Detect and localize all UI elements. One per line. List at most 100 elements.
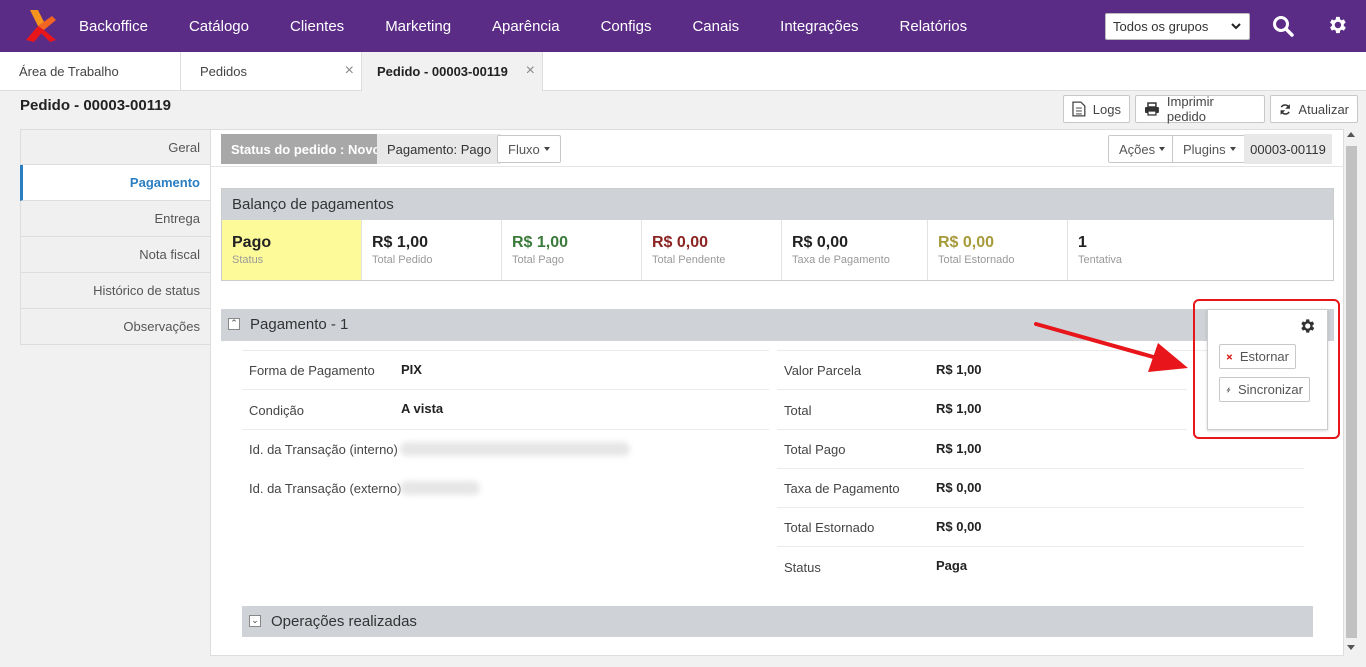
tab-pedido-00003-00119[interactable]: Pedido - 00003-00119 ×: [362, 52, 543, 91]
balance-label: Total Pago: [512, 254, 564, 266]
top-navbar: Backoffice Catálogo Clientes Marketing A…: [0, 0, 1366, 52]
row-divider: [777, 389, 1187, 390]
row-divider: [777, 546, 1304, 547]
gear-icon[interactable]: [1326, 14, 1348, 36]
balance-cell-total-pago: R$ 1,00 Total Pago: [502, 220, 642, 280]
balance-value: 1: [1078, 234, 1087, 251]
scroll-down-arrow-icon[interactable]: [1347, 645, 1355, 650]
balance-label: Total Estornado: [938, 254, 1015, 266]
balance-value: R$ 0,00: [938, 234, 995, 251]
field-label: Status: [784, 560, 821, 575]
balance-cell-total-pendente: R$ 0,00 Total Pendente: [642, 220, 782, 280]
balance-cell-total-pedido: R$ 1,00 Total Pedido: [362, 220, 502, 280]
field-value: PIX: [401, 362, 422, 377]
operations-section-header[interactable]: Operações realizadas: [242, 606, 1313, 637]
field-label: Total Pago: [784, 442, 846, 457]
nav-aparencia[interactable]: Aparência: [492, 18, 560, 35]
row-divider: [242, 389, 769, 390]
group-select[interactable]: Todos os grupos: [1105, 13, 1250, 40]
order-code-badge: 00003-00119: [1244, 134, 1332, 164]
plugins-dropdown[interactable]: Plugins: [1172, 135, 1247, 163]
chevron-down-icon: [1231, 23, 1241, 30]
tab-pedidos[interactable]: Pedidos ×: [181, 52, 362, 90]
nav-relatorios[interactable]: Relatórios: [900, 18, 968, 35]
field-label: Total Estornado: [784, 520, 875, 535]
print-order-button[interactable]: Imprimir pedido: [1135, 94, 1265, 124]
search-icon[interactable]: [1272, 15, 1294, 37]
printer-icon: [1144, 102, 1159, 116]
redacted-value: [400, 442, 630, 456]
field-label: Total: [784, 403, 812, 418]
refresh-button[interactable]: Atualizar: [1270, 95, 1358, 123]
order-section-menu: Geral Pagamento Entrega Nota fiscal Hist…: [20, 129, 211, 345]
tab-area-de-trabalho[interactable]: Área de Trabalho: [0, 52, 181, 90]
balance-label: Total Pendente: [652, 254, 726, 266]
actions-label: Ações: [1119, 141, 1156, 157]
field-label: Taxa de Pagamento: [784, 481, 900, 496]
nav-clientes[interactable]: Clientes: [290, 18, 344, 35]
flow-label: Fluxo: [508, 141, 540, 157]
close-icon[interactable]: ×: [345, 62, 354, 80]
close-icon[interactable]: ×: [526, 62, 535, 80]
balance-cell-tentativa: 1 Tentativa: [1068, 220, 1333, 280]
scroll-up-arrow-icon[interactable]: [1347, 132, 1355, 137]
nav-backoffice[interactable]: Backoffice: [79, 18, 148, 35]
row-divider: [242, 350, 769, 351]
balance-cell-taxa: R$ 0,00 Taxa de Pagamento: [782, 220, 928, 280]
page-title: Pedido - 00003-00119: [20, 97, 171, 114]
caret-down-icon: [1159, 147, 1166, 151]
print-order-label: Imprimir pedido: [1166, 94, 1214, 124]
field-value: A vista: [401, 401, 444, 416]
document-icon: [1072, 101, 1086, 117]
tab-label: Pedido - 00003-00119: [377, 64, 508, 79]
balance-cell-total-estornado: R$ 0,00 Total Estornado: [928, 220, 1068, 280]
logs-button[interactable]: Logs: [1063, 95, 1130, 123]
tab-label: Pedidos: [200, 64, 247, 79]
payment-balance-panel: Balanço de pagamentos Pago Status R$ 1,00…: [221, 188, 1334, 281]
payment-status-badge: Pagamento: Pago: [377, 134, 502, 164]
field-label: Valor Parcela: [784, 363, 862, 378]
balance-value: R$ 0,00: [652, 234, 709, 251]
nav-catalogo[interactable]: Catálogo: [189, 18, 249, 35]
balance-value: R$ 1,00: [512, 234, 569, 251]
group-select-value: Todos os grupos: [1113, 19, 1209, 34]
field-value: Paga: [936, 558, 968, 573]
menu-item-entrega[interactable]: Entrega: [20, 201, 211, 237]
nav-marketing[interactable]: Marketing: [385, 18, 451, 35]
nav-integracoes[interactable]: Integrações: [780, 18, 858, 35]
balance-value: R$ 1,00: [372, 234, 429, 251]
plugins-label: Plugins: [1183, 141, 1226, 157]
field-label: Id. da Transação (interno): [249, 442, 398, 457]
caret-down-icon: [543, 147, 550, 151]
redacted-value: [400, 481, 480, 495]
logs-label: Logs: [1092, 101, 1121, 117]
balance-label: Total Pedido: [372, 254, 433, 266]
menu-item-geral[interactable]: Geral: [20, 129, 211, 165]
menu-item-historico-status[interactable]: Histórico de status: [20, 273, 211, 309]
field-label: Condição: [249, 403, 304, 418]
balance-label: Status: [232, 254, 264, 266]
nav-canais[interactable]: Canais: [692, 18, 739, 35]
menu-item-observacoes[interactable]: Observações: [20, 309, 211, 345]
order-status-badge: Status do pedido : Novo: [221, 134, 391, 164]
collapse-toggle-icon[interactable]: ⌃: [228, 318, 240, 330]
brand-logo-icon[interactable]: [24, 8, 58, 44]
field-value: R$ 1,00: [936, 441, 982, 456]
field-value: R$ 0,00: [936, 519, 982, 534]
nav-configs[interactable]: Configs: [601, 18, 652, 35]
actions-dropdown[interactable]: Ações: [1108, 135, 1177, 163]
tab-label: Área de Trabalho: [19, 64, 119, 79]
highlight-box: [1193, 299, 1340, 439]
balance-value: R$ 0,00: [792, 234, 849, 251]
scrollbar-thumb[interactable]: [1346, 146, 1357, 638]
row-divider: [777, 429, 1187, 430]
balance-title: Balanço de pagamentos: [222, 189, 1333, 220]
menu-item-pagamento[interactable]: Pagamento: [20, 165, 211, 201]
payment-section-title: Pagamento - 1: [250, 316, 349, 333]
flow-dropdown[interactable]: Fluxo: [497, 135, 561, 163]
expand-toggle-icon[interactable]: ⌄: [249, 615, 261, 627]
row-divider: [242, 429, 769, 430]
field-value: R$ 1,00: [936, 362, 982, 377]
balance-label: Taxa de Pagamento: [792, 254, 890, 266]
menu-item-nota-fiscal[interactable]: Nota fiscal: [20, 237, 211, 273]
